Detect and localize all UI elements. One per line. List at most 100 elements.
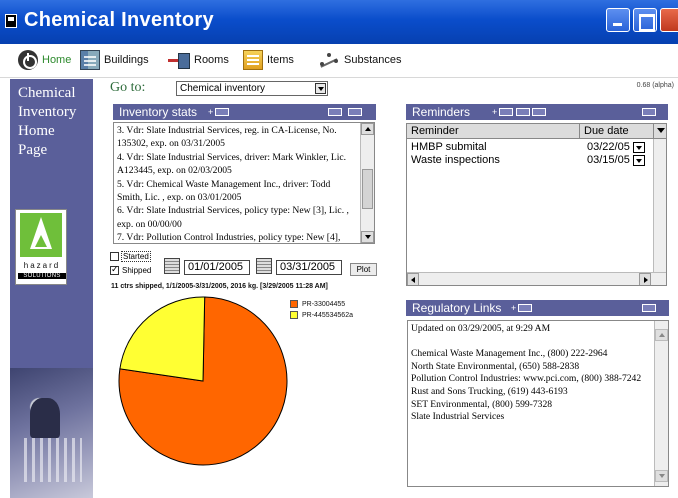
inventory-stats-text: 3. Vdr: Slate Industrial Services, reg. … — [117, 124, 357, 244]
items-nav-item[interactable]: Items — [243, 50, 294, 70]
close-button[interactable] — [660, 8, 678, 32]
vendor-link[interactable]: Rust and Sons Trucking, (619) 443-6193 — [411, 386, 651, 399]
expand-button[interactable] — [511, 300, 532, 316]
scroll-thumb[interactable] — [362, 169, 373, 209]
buildings-label: Buildings — [104, 54, 149, 66]
chevron-down-icon[interactable] — [315, 83, 326, 94]
power-icon — [18, 50, 38, 70]
sidebar-heading-line: Chemical — [18, 85, 76, 101]
vendor-link[interactable]: Slate Industrial Services — [411, 411, 651, 424]
table-row[interactable]: Waste inspections 03/15/05 — [411, 154, 651, 167]
restore-button[interactable] — [532, 108, 546, 116]
rooms-label: Rooms — [194, 54, 229, 66]
window-title: Chemical Inventory — [24, 9, 214, 31]
toolbar: Home Buildings Rooms Items Substances — [0, 44, 678, 78]
goto-selected-value: Chemical inventory — [180, 83, 266, 94]
reminder-name: HMBP submital — [411, 141, 487, 153]
maximize-panel-button[interactable] — [642, 108, 656, 116]
reminders-header: Reminders — [406, 104, 668, 120]
reminders-table: Reminder Due date HMBP submital 03/22/05… — [406, 123, 667, 286]
legend-label: PR-445534562a — [302, 311, 353, 319]
regulatory-scrollbar[interactable] — [654, 321, 668, 486]
buildings-nav-item[interactable]: Buildings — [80, 50, 149, 70]
pie-slice — [119, 296, 206, 382]
shipped-checkbox[interactable] — [110, 264, 119, 275]
scroll-down-icon[interactable] — [655, 470, 668, 482]
version-label: 0.68 (alpha) — [636, 82, 674, 89]
legend-swatch — [290, 300, 298, 308]
scroll-left-icon[interactable] — [407, 273, 419, 285]
legend-label: PR-33004455 — [302, 300, 346, 308]
sidebar-heading-line: Page — [18, 142, 48, 158]
logo-sub: SOLUTIONS — [18, 273, 66, 279]
maximize-panel-button[interactable] — [348, 108, 362, 116]
reminder-name: Waste inspections — [411, 154, 500, 166]
column-header-reminder[interactable]: Reminder — [411, 124, 459, 138]
lab-photo — [10, 368, 93, 498]
started-checkbox[interactable] — [110, 252, 119, 261]
shipment-pie-chart — [118, 296, 288, 466]
substances-nav-item[interactable]: Substances — [318, 50, 401, 70]
inventory-stats-header: Inventory stats — [113, 104, 376, 120]
scroll-up-icon[interactable] — [361, 123, 374, 135]
reminder-date: 03/15/05 — [587, 154, 630, 166]
regulatory-links-header: Regulatory Links — [406, 300, 669, 316]
inventory-stats-title: Inventory stats — [119, 105, 198, 119]
title-bar: Chemical Inventory — [0, 0, 678, 44]
vendor-link[interactable]: North State Environmental, (650) 588-283… — [411, 361, 651, 374]
collapse-button[interactable] — [328, 108, 342, 116]
to-date-input[interactable]: 03/31/2005 — [276, 260, 342, 275]
vendor-link[interactable]: SET Environmental, (800) 599-7328 — [411, 399, 651, 412]
reminders-title: Reminders — [412, 105, 471, 119]
collapse-button[interactable] — [516, 108, 530, 116]
column-header-due-date[interactable]: Due date — [579, 124, 651, 139]
reminders-header-row: Reminder Due date — [407, 124, 666, 139]
stats-line: 7. Vdr: Pollution Control Industries, po… — [117, 232, 341, 244]
regulatory-links-title: Regulatory Links — [412, 301, 502, 315]
door-arrow-icon — [168, 50, 190, 70]
rooms-nav-item[interactable]: Rooms — [168, 50, 229, 70]
vendor-link[interactable]: Pollution Control Industries: www.pci.co… — [411, 373, 651, 386]
legend-item: PR-445534562a — [290, 311, 353, 319]
expand-button[interactable] — [208, 104, 229, 120]
items-box-icon — [243, 50, 263, 70]
started-label: Started — [121, 251, 151, 262]
calendar-icon[interactable] — [164, 258, 180, 274]
sidebar-heading: Chemical Inventory Home Page — [18, 84, 90, 160]
filter-icon[interactable] — [653, 124, 666, 139]
plot-button[interactable]: Plot — [350, 263, 377, 276]
home-nav-item[interactable]: Home — [18, 50, 71, 70]
updated-line: Updated on 03/29/2005, at 9:29 AM — [411, 323, 551, 334]
vendor-link[interactable]: Chemical Waste Management Inc., (800) 22… — [411, 348, 651, 361]
reminders-horizontal-scrollbar[interactable] — [407, 272, 666, 285]
reminder-date: 03/22/05 — [587, 141, 630, 153]
table-row[interactable]: HMBP submital 03/22/05 — [411, 141, 651, 154]
regulatory-links-list[interactable]: Updated on 03/29/2005, at 9:29 AM Chemic… — [407, 320, 669, 487]
goto-select[interactable]: Chemical inventory — [176, 81, 328, 96]
legend-item: PR-33004455 — [290, 300, 345, 308]
chevron-down-icon[interactable] — [633, 155, 645, 166]
building-icon — [80, 50, 100, 70]
legend-swatch — [290, 311, 298, 319]
hazard-solutions-logo: hazard SOLUTIONS — [15, 209, 67, 285]
stats-line: 5. Vdr: Chemical Waste Management Inc., … — [117, 178, 331, 204]
reminders-vertical-scrollbar[interactable] — [653, 139, 666, 272]
expand-button[interactable] — [492, 104, 513, 120]
ship-summary: 11 ctrs shipped, 1/1/2005-3/31/2005, 201… — [111, 283, 328, 290]
logo-name: hazard — [23, 261, 61, 270]
chevron-down-icon[interactable] — [633, 142, 645, 153]
maximize-panel-button[interactable] — [642, 304, 656, 312]
maximize-button[interactable] — [633, 8, 657, 32]
items-label: Items — [267, 54, 294, 66]
from-date-input[interactable]: 01/01/2005 — [184, 260, 250, 275]
scroll-right-icon[interactable] — [639, 273, 651, 285]
stats-line: 3. Vdr: Slate Industrial Services, reg. … — [117, 125, 337, 150]
calendar-icon[interactable] — [256, 258, 272, 274]
scroll-down-icon[interactable] — [361, 231, 374, 243]
regulatory-links-text: Updated on 03/29/2005, at 9:29 AM Chemic… — [411, 323, 651, 424]
minimize-button[interactable] — [606, 8, 630, 32]
stats-scrollbar[interactable] — [360, 123, 374, 243]
inventory-stats-list[interactable]: 3. Vdr: Slate Industrial Services, reg. … — [113, 122, 375, 244]
scroll-up-icon[interactable] — [655, 329, 668, 341]
